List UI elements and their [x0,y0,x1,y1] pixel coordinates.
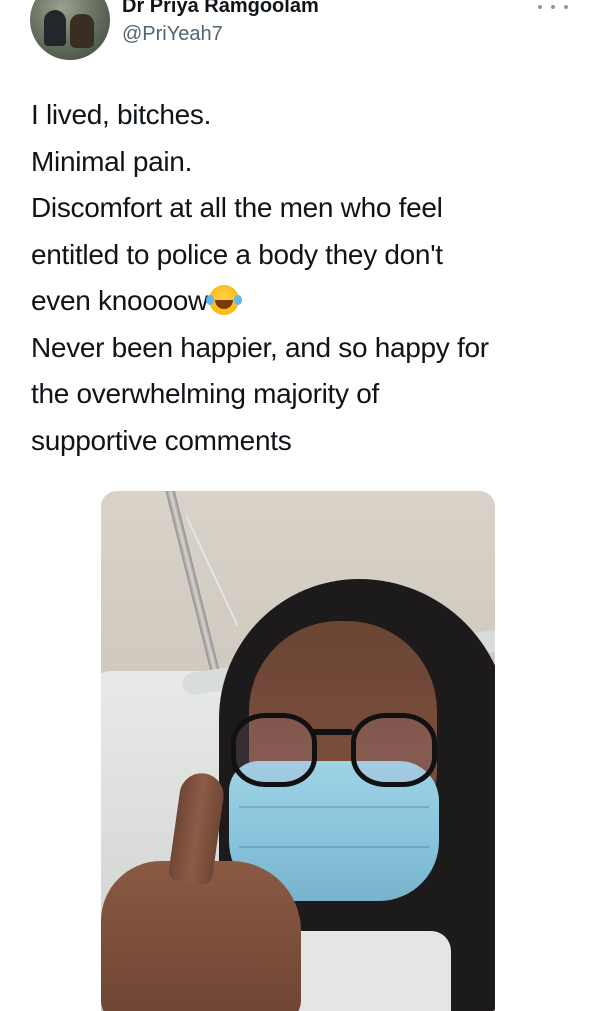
tweet-text: I lived, bitches. Minimal pain. Discomfo… [31,92,561,464]
tweet: Dr Priya Ramgoolam @PriYeah7 I lived, bi… [0,0,591,1011]
tweet-line: I lived, bitches. [31,99,212,130]
glasses-left-lens [231,713,317,787]
tweet-line: entitled to police a body they don't [31,238,443,270]
user-handle[interactable]: @PriYeah7 [122,22,223,46]
tweet-line: Discomfort at all the men who feel [31,192,443,223]
more-dots-icon[interactable] [538,0,568,14]
dot [564,5,568,9]
display-name[interactable]: Dr Priya Ramgoolam [122,0,319,18]
glasses-right-lens [351,713,437,787]
tweet-line: the overwhelming majority of [31,378,379,409]
dot [538,5,542,9]
glasses-bridge [311,729,353,735]
tweet-line-with-emoji: even knoooow [31,278,561,325]
tweet-line: Minimal pain. [31,145,193,177]
tweet-photo[interactable] [101,491,495,1011]
dot [551,5,555,9]
laughing-tears-emoji-icon [205,285,239,315]
tweet-line: Never been happier, and so happy for [31,331,489,363]
avatar-person-figure [44,10,66,46]
avatar[interactable] [30,0,110,60]
avatar-dog-figure [70,14,94,48]
tweet-line: even knoooow [31,285,208,316]
tweet-line: supportive comments [31,424,292,456]
